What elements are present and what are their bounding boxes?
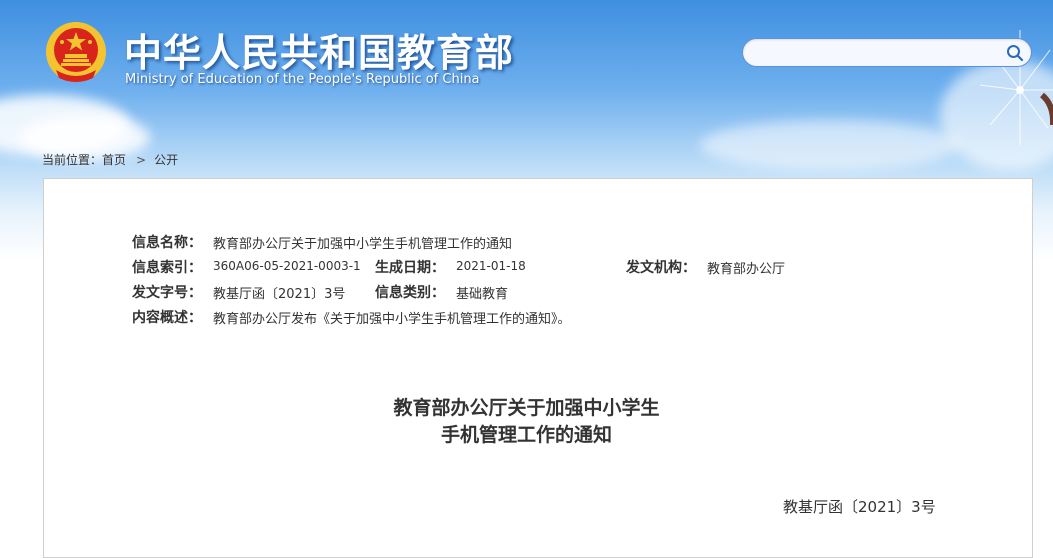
document-title-line-1: 教育部办公厅关于加强中小学生: [393, 397, 660, 419]
breadcrumb-prefix: 当前位置：: [42, 153, 103, 167]
breadcrumb-home-link[interactable]: 首页: [102, 153, 126, 167]
breadcrumb-public-link[interactable]: 公开: [154, 153, 178, 167]
search-box: [742, 38, 1032, 67]
info-issuer-label: 发文机构：: [626, 260, 696, 276]
info-category-label: 信息类别：: [375, 285, 445, 301]
info-date-label: 生成日期：: [375, 260, 445, 276]
site-subtitle: Ministry of Education of the People's Re…: [125, 72, 480, 87]
info-name-value: 教育部办公厅关于加强中小学生手机管理工作的通知: [213, 237, 513, 252]
breadcrumb: 当前位置：首页 > 公开: [42, 151, 178, 168]
search-input[interactable]: [755, 43, 999, 65]
site-title: 中华人民共和国教育部: [124, 31, 515, 75]
breadcrumb-separator-icon: >: [136, 153, 147, 167]
info-name-label: 信息名称：: [132, 235, 202, 251]
info-issuer-value: 教育部办公厅: [707, 262, 786, 277]
info-index-value: 360A06-05-2021-0003-1: [213, 259, 361, 273]
info-docno-label: 发文字号：: [132, 285, 202, 301]
info-docno-value: 教基厅函〔2021〕3号: [213, 287, 346, 302]
search-icon[interactable]: [1005, 43, 1025, 63]
info-category-value: 基础教育: [456, 287, 509, 302]
document-title-line-2: 手机管理工作的通知: [440, 424, 612, 446]
national-emblem-icon: [46, 22, 106, 82]
cloud-decoration: [700, 120, 960, 170]
document-number: 教基厅函〔2021〕3号: [783, 498, 936, 516]
info-summary-value: 教育部办公厅发布《关于加强中小学生手机管理工作的通知》。: [213, 312, 571, 327]
info-index-label: 信息索引：: [132, 260, 202, 276]
info-summary-label: 内容概述：: [132, 310, 202, 326]
dandelion-decoration: [979, 30, 1053, 145]
info-date-value: 2021-01-18: [456, 259, 526, 273]
